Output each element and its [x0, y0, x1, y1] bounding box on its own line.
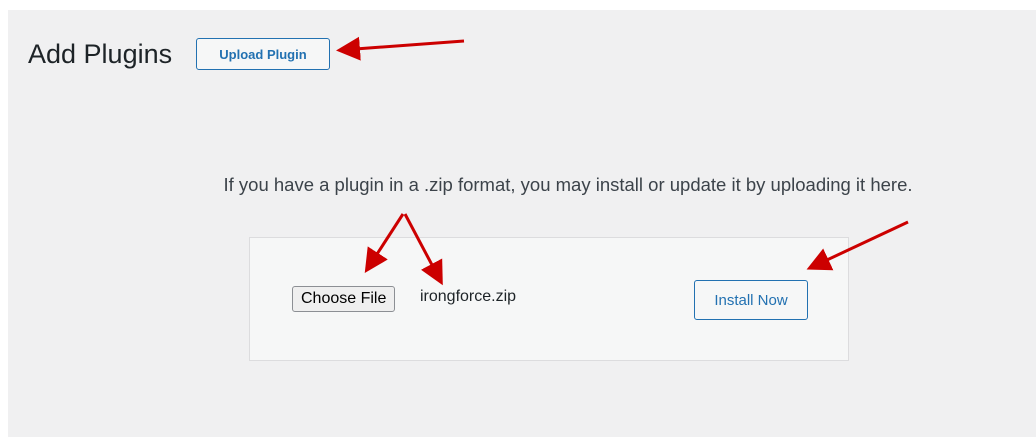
upload-help-text: If you have a plugin in a .zip format, y… — [223, 174, 913, 195]
choose-file-button[interactable]: Choose File — [292, 286, 396, 312]
upload-plugin-button[interactable]: Upload Plugin — [196, 38, 330, 70]
install-now-button[interactable]: Install Now — [694, 280, 808, 320]
page-title: Add Plugins — [28, 39, 173, 69]
selected-file-name: irongforce.zip — [420, 288, 517, 305]
page-panel — [8, 10, 1036, 437]
upload-form: Choose File irongforce.zip Install Now — [249, 237, 849, 361]
